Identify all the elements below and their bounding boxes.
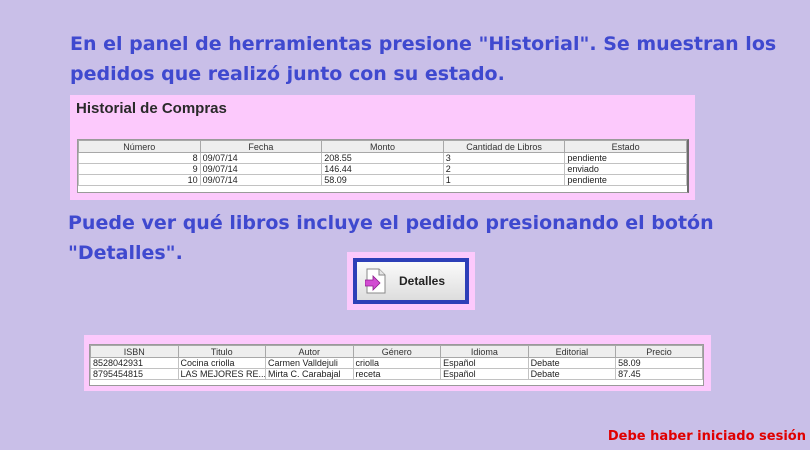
order-books-table: ISBN Titulo Autor Género Idioma Editoria…	[89, 344, 704, 386]
book-language: Español	[440, 368, 529, 380]
order-amount: 208.55	[321, 152, 444, 164]
document-arrow-icon	[365, 268, 386, 294]
login-required-note: Debe haber iniciado sesión	[607, 429, 806, 444]
column-header-editorial[interactable]: Editorial	[527, 345, 617, 358]
book-isbn: 8795454815	[90, 368, 179, 380]
instruction-step-1: En el panel de herramientas presione "Hi…	[70, 33, 777, 85]
table-row[interactable]: 8 09/07/14 208.55 3 pendiente	[78, 152, 687, 164]
book-publisher: Debate	[527, 368, 617, 380]
order-books-panel: ISBN Titulo Autor Género Idioma Editoria…	[84, 335, 711, 391]
column-header-fecha[interactable]: Fecha	[199, 140, 323, 153]
column-header-numero[interactable]: Número	[78, 140, 201, 153]
order-number: 8	[78, 152, 201, 164]
table-row[interactable]: 9 09/07/14 146.44 2 enviado	[78, 163, 687, 175]
order-amount: 58.09	[321, 174, 444, 186]
order-amount: 146.44	[321, 163, 444, 175]
column-header-monto[interactable]: Monto	[321, 140, 444, 153]
book-language: Español	[440, 357, 529, 369]
history-header-row: Número Fecha Monto Cantidad de Libros Es…	[78, 140, 687, 153]
column-header-estado[interactable]: Estado	[564, 140, 687, 153]
details-button-frame: Detalles	[347, 252, 475, 310]
details-button[interactable]: Detalles	[353, 258, 469, 304]
book-price: 58.09	[615, 357, 703, 369]
history-panel: Historial de Compras Número Fecha Monto …	[70, 95, 695, 200]
book-title: LAS MEJORES RE...	[177, 368, 267, 380]
order-book-count: 2	[442, 163, 566, 175]
column-header-precio[interactable]: Precio	[615, 345, 703, 358]
book-title: Cocina criolla	[177, 357, 267, 369]
column-header-cantidad[interactable]: Cantidad de Libros	[442, 140, 566, 153]
table-row[interactable]: 8528042931 Cocina criolla Carmen Valldej…	[90, 357, 703, 369]
book-genre: criolla	[352, 357, 442, 369]
table-row[interactable]: 8795454815 LAS MEJORES RE... Mirta C. Ca…	[90, 368, 703, 380]
column-header-idioma[interactable]: Idioma	[440, 345, 529, 358]
book-genre: receta	[352, 368, 442, 380]
book-author: Mirta C. Carabajal	[265, 368, 354, 380]
column-header-genero[interactable]: Género	[352, 345, 442, 358]
order-status: pendiente	[564, 152, 687, 164]
order-date: 09/07/14	[199, 152, 323, 164]
order-status: enviado	[564, 163, 687, 175]
book-author: Carmen Valldejuli	[265, 357, 354, 369]
order-date: 09/07/14	[199, 163, 323, 175]
order-number: 9	[78, 163, 201, 175]
history-table: Número Fecha Monto Cantidad de Libros Es…	[77, 139, 689, 193]
order-date: 09/07/14	[199, 174, 323, 186]
column-header-titulo[interactable]: Titulo	[177, 345, 267, 358]
book-publisher: Debate	[527, 357, 617, 369]
order-number: 10	[78, 174, 201, 186]
table-row[interactable]: 10 09/07/14 58.09 1 pendiente	[78, 174, 687, 186]
history-title: Historial de Compras	[76, 100, 227, 117]
column-header-isbn[interactable]: ISBN	[90, 345, 179, 358]
order-book-count: 3	[442, 152, 566, 164]
order-book-count: 1	[442, 174, 566, 186]
details-button-label: Detalles	[399, 274, 446, 288]
column-header-autor[interactable]: Autor	[265, 345, 354, 358]
order-status: pendiente	[564, 174, 687, 186]
books-header-row: ISBN Titulo Autor Género Idioma Editoria…	[90, 345, 703, 358]
book-price: 87.45	[615, 368, 703, 380]
book-isbn: 8528042931	[90, 357, 179, 369]
